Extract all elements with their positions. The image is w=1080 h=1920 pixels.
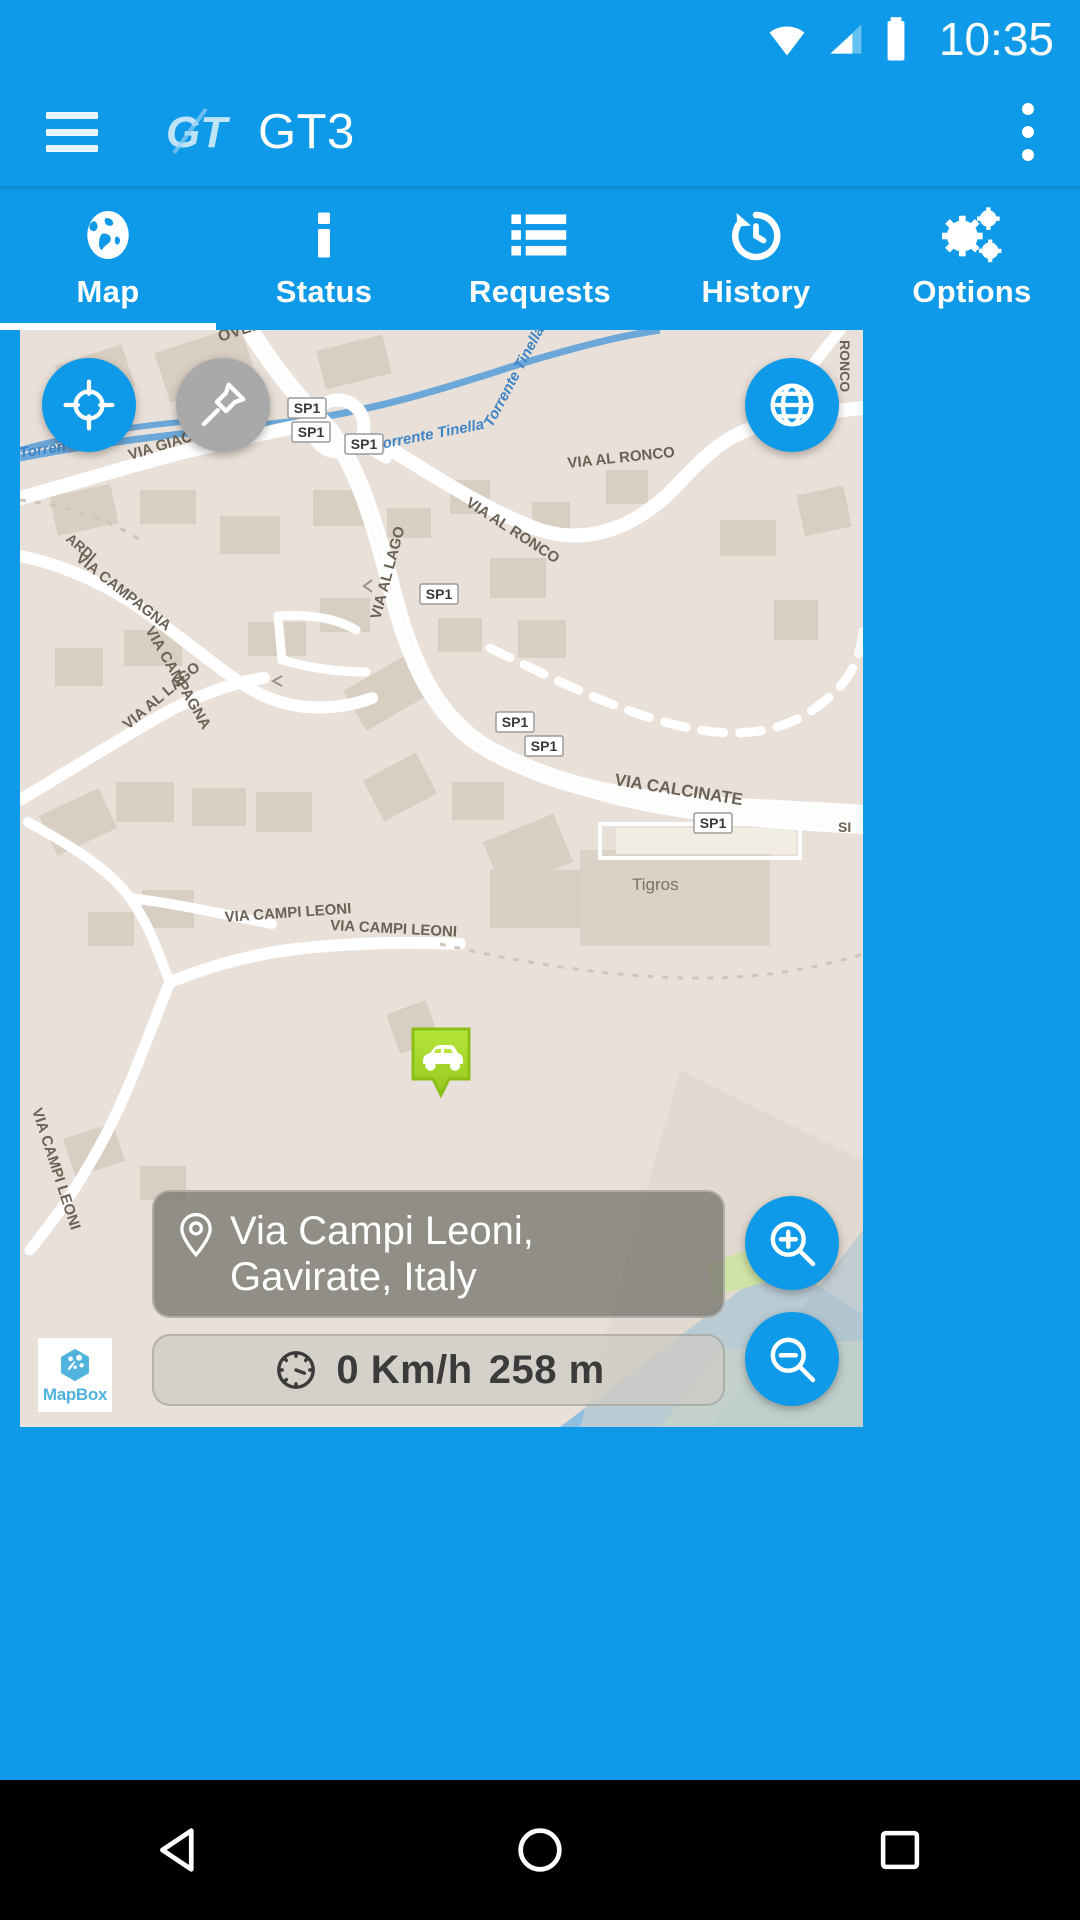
tab-active-indicator — [0, 323, 216, 330]
poi-label: Tigros — [632, 875, 679, 894]
map-locate-button[interactable] — [42, 358, 136, 452]
tab-active-indicator — [648, 323, 864, 330]
tab-options[interactable]: Options — [864, 192, 1080, 330]
tab-history[interactable]: History — [648, 192, 864, 330]
list-icon — [509, 204, 571, 266]
speed-value: 0 Km/h — [336, 1347, 473, 1392]
tab-active-indicator — [864, 323, 1080, 330]
nav-back-button[interactable] — [125, 1795, 235, 1905]
tab-requests[interactable]: Requests — [432, 192, 648, 330]
globe-grid-icon — [770, 383, 814, 427]
tab-label: History — [701, 274, 811, 309]
back-triangle-icon — [160, 1828, 194, 1872]
car-marker-icon — [411, 1027, 471, 1099]
svg-text:SP1: SP1 — [298, 424, 325, 440]
svg-text:RONCO: RONCO — [837, 340, 853, 392]
map-layers-button[interactable] — [745, 358, 839, 452]
status-bar: 10:35 — [0, 0, 1080, 78]
speedometer-icon — [277, 1351, 316, 1389]
push-pin-icon — [201, 382, 246, 427]
tab-label: Status — [275, 274, 373, 309]
tab-label: Options — [912, 274, 1032, 309]
tab-active-indicator — [216, 323, 432, 330]
tab-label: Map — [76, 274, 140, 309]
battery-icon — [887, 17, 905, 61]
magnifier-minus-icon — [770, 1337, 816, 1383]
vehicle-marker[interactable] — [409, 1025, 473, 1105]
app-title: GT3 — [258, 105, 355, 159]
gears-icon — [939, 204, 1005, 266]
svg-text:SP1: SP1 — [426, 586, 453, 602]
wifi-icon — [769, 26, 805, 56]
accuracy-value: 258 m — [488, 1347, 605, 1392]
history-clock-icon — [725, 204, 787, 266]
tab-map[interactable]: Map — [0, 192, 216, 330]
crosshair-target-icon — [63, 379, 115, 431]
app-screen: 10:35 GT GT3 Map Status Requests History… — [0, 0, 1080, 1920]
telemetry-bar[interactable]: 0 Km/h 258 m — [152, 1334, 725, 1406]
mapbox-logo-icon — [61, 1348, 89, 1381]
mapbox-attribution[interactable]: MapBox — [38, 1338, 112, 1412]
address-bar[interactable]: Via Campi Leoni, Gavirate, Italy — [152, 1190, 725, 1318]
map-pin-button[interactable] — [176, 358, 270, 452]
tab-label: Requests — [469, 274, 611, 309]
magnifier-plus-icon — [770, 1221, 816, 1267]
tab-active-indicator — [432, 323, 648, 330]
svg-text:SP1: SP1 — [700, 815, 727, 831]
globe-icon — [78, 204, 138, 266]
tab-status[interactable]: Status — [216, 192, 432, 330]
more-vertical-icon[interactable] — [1022, 103, 1034, 161]
svg-text:SP1: SP1 — [531, 738, 558, 754]
nav-recents-button[interactable] — [845, 1795, 955, 1905]
android-nav-bar — [0, 1780, 1080, 1920]
home-circle-icon — [518, 1828, 562, 1872]
svg-text:SP1: SP1 — [351, 436, 378, 452]
map-zoom-out-button[interactable] — [745, 1312, 839, 1406]
cellular-signal-icon — [830, 24, 862, 54]
svg-text:SI: SI — [838, 819, 851, 835]
hamburger-menu-icon[interactable] — [46, 112, 98, 152]
svg-text:SP1: SP1 — [502, 714, 529, 730]
map-zoom-in-button[interactable] — [745, 1196, 839, 1290]
app-logo-icon: GT — [166, 107, 238, 157]
location-pin-icon — [180, 1212, 212, 1258]
status-icons: 10:35 — [765, 12, 1054, 66]
recents-square-icon — [880, 1830, 920, 1870]
app-bar: GT GT3 — [0, 78, 1080, 186]
mapbox-label: MapBox — [42, 1384, 108, 1404]
address-text: Via Campi Leoni, Gavirate, Italy — [230, 1209, 534, 1299]
info-icon — [294, 204, 354, 266]
svg-text:SP1: SP1 — [294, 400, 321, 416]
tab-bar: Map Status Requests History Options — [0, 192, 1080, 330]
status-bar-clock: 10:35 — [938, 13, 1054, 65]
nav-home-button[interactable] — [485, 1795, 595, 1905]
